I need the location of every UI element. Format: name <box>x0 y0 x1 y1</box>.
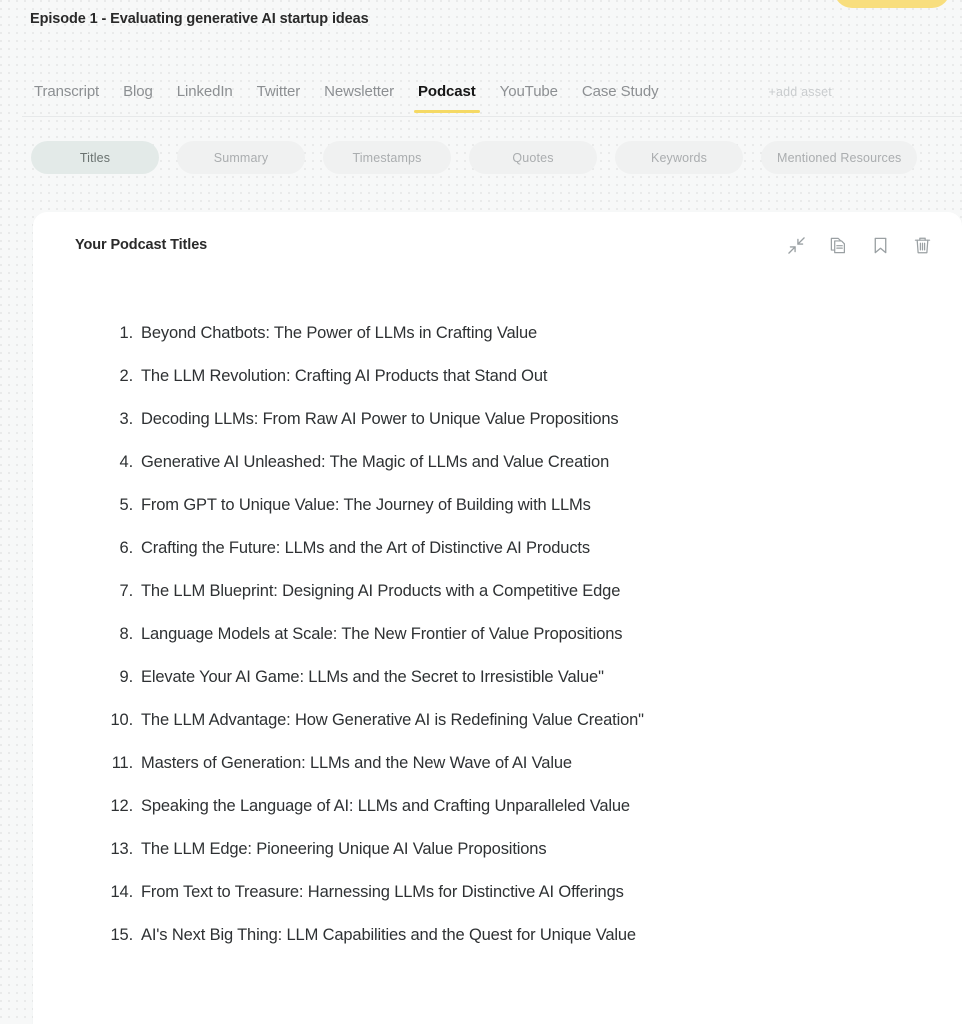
add-asset-button[interactable]: +add asset <box>768 80 832 104</box>
tab-transcript[interactable]: Transcript <box>22 80 111 104</box>
asset-tabs: Transcript Blog LinkedIn Twitter Newslet… <box>22 80 962 116</box>
list-item[interactable]: Speaking the Language of AI: LLMs and Cr… <box>105 795 922 817</box>
bookmark-icon <box>874 237 886 253</box>
list-item[interactable]: The LLM Advantage: How Generative AI is … <box>105 709 922 731</box>
bookmark-button[interactable] <box>868 233 892 257</box>
list-item[interactable]: Crafting the Future: LLMs and the Art of… <box>105 537 922 559</box>
tab-podcast[interactable]: Podcast <box>406 80 488 113</box>
app-root: Episode 1 - Evaluating generative AI sta… <box>0 0 962 1024</box>
tab-newsletter[interactable]: Newsletter <box>312 80 406 104</box>
list-item[interactable]: The LLM Blueprint: Designing AI Products… <box>105 580 922 602</box>
delete-button[interactable] <box>910 233 934 257</box>
list-item[interactable]: AI's Next Big Thing: LLM Capabilities an… <box>105 924 922 946</box>
primary-cta-button[interactable] <box>834 0 950 8</box>
list-item[interactable]: The LLM Revolution: Crafting AI Products… <box>105 365 922 387</box>
tab-twitter[interactable]: Twitter <box>245 80 312 104</box>
list-item[interactable]: The LLM Edge: Pioneering Unique AI Value… <box>105 838 922 860</box>
tab-case-study[interactable]: Case Study <box>570 80 671 104</box>
tab-youtube[interactable]: YouTube <box>488 80 570 104</box>
copy-button[interactable] <box>826 233 850 257</box>
page-title: Episode 1 - Evaluating generative AI sta… <box>30 11 369 27</box>
sub-tab-timestamps[interactable]: Timestamps <box>323 141 451 174</box>
card-header: Your Podcast Titles <box>33 212 962 278</box>
list-item[interactable]: Masters of Generation: LLMs and the New … <box>105 752 922 774</box>
podcast-titles-card: Your Podcast Titles Beyond Chatbots: The… <box>33 212 962 1024</box>
card-actions <box>784 233 934 257</box>
tab-linkedin[interactable]: LinkedIn <box>165 80 245 104</box>
list-item[interactable]: From GPT to Unique Value: The Journey of… <box>105 494 922 516</box>
trash-icon <box>914 237 930 253</box>
copy-icon <box>830 237 845 253</box>
list-item[interactable]: From Text to Treasure: Harnessing LLMs f… <box>105 881 922 903</box>
sub-tabs: Titles Summary Timestamps Quotes Keyword… <box>31 141 918 174</box>
sub-tab-quotes[interactable]: Quotes <box>469 141 597 174</box>
sub-tab-summary[interactable]: Summary <box>177 141 305 174</box>
collapse-button[interactable] <box>784 233 808 257</box>
sub-tab-keywords[interactable]: Keywords <box>615 141 743 174</box>
collapse-icon <box>787 236 805 254</box>
card-title: Your Podcast Titles <box>75 237 208 253</box>
list-item[interactable]: Beyond Chatbots: The Power of LLMs in Cr… <box>105 322 922 344</box>
list-item[interactable]: Language Models at Scale: The New Fronti… <box>105 623 922 645</box>
tabs-divider <box>22 116 962 117</box>
podcast-titles-list: Beyond Chatbots: The Power of LLMs in Cr… <box>33 278 962 946</box>
tab-blog[interactable]: Blog <box>111 80 165 104</box>
list-item[interactable]: Generative AI Unleashed: The Magic of LL… <box>105 451 922 473</box>
list-item[interactable]: Elevate Your AI Game: LLMs and the Secre… <box>105 666 922 688</box>
sub-tab-titles[interactable]: Titles <box>31 141 159 174</box>
sub-tab-mentioned-resources[interactable]: Mentioned Resources <box>761 141 918 174</box>
list-item[interactable]: Decoding LLMs: From Raw AI Power to Uniq… <box>105 408 922 430</box>
